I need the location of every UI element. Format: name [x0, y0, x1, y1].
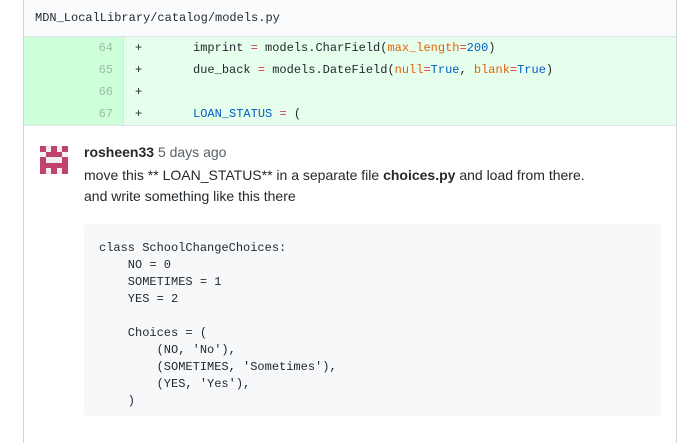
diff-line: 66 +: [24, 81, 676, 103]
code-token: =: [257, 63, 266, 77]
code-snippet: class SchoolChangeChoices: NO = 0 SOMETI…: [84, 224, 661, 416]
comment-body: move this ** LOAN_STATUS** in a separate…: [84, 165, 660, 207]
code-token: (: [286, 107, 302, 121]
comment-meta: rosheen33 5 days ago: [84, 142, 660, 162]
line-number[interactable]: 66: [24, 81, 124, 103]
file-path[interactable]: MDN_LocalLibrary/catalog/models.py: [35, 11, 280, 25]
line-number[interactable]: 67: [24, 103, 124, 125]
code-snippet-text: class SchoolChangeChoices: NO = 0 SOMETI…: [99, 241, 337, 408]
diff-line: 67 + LOAN_STATUS = (: [24, 103, 676, 125]
code-token: True: [430, 63, 460, 77]
code-token: null: [394, 63, 424, 77]
code-token: blank: [473, 63, 510, 77]
line-number[interactable]: 65: [24, 59, 124, 81]
comment-line-1-post: and load from there.: [455, 167, 585, 183]
line-number[interactable]: 64: [24, 37, 124, 59]
line-code: + due_back = models.DateField(null=True,…: [124, 59, 676, 81]
diff-line: 64 + imprint = models.CharField(max_lengt…: [24, 37, 676, 59]
code-token: max_length: [387, 41, 460, 55]
comment-line-1: move this ** LOAN_STATUS** in a separate…: [84, 165, 660, 186]
code-token: =: [423, 63, 431, 77]
avatar[interactable]: [40, 146, 68, 174]
code-token: imprint: [193, 41, 251, 55]
code-token: True: [517, 63, 546, 77]
line-code: +: [124, 81, 676, 103]
code-token: ): [545, 63, 554, 77]
review-comment: rosheen33 5 days ago move this ** LOAN_S…: [24, 126, 676, 416]
code-token: models.DateField(: [265, 63, 395, 77]
code-token: LOAN_STATUS: [193, 107, 273, 121]
comment-line-2: and write something like this there: [84, 188, 296, 204]
code-token: =: [459, 41, 467, 55]
code-token: due_back: [193, 63, 258, 77]
code-token: ): [488, 41, 496, 55]
comment-line-1-pre: move this ** LOAN_STATUS** in a separate…: [84, 167, 384, 183]
diff-table: 64 + imprint = models.CharField(max_lengt…: [24, 37, 676, 126]
code-token: models.CharField(: [257, 41, 388, 55]
comment-author[interactable]: rosheen33: [84, 144, 154, 160]
code-token: =: [279, 107, 287, 121]
code-token: =: [250, 41, 258, 55]
line-code: + imprint = models.CharField(max_length=…: [124, 37, 676, 59]
diff-line: 65 + due_back = models.DateField(null=Tru…: [24, 59, 676, 81]
code-token: ,: [459, 63, 474, 77]
comment-time[interactable]: 5 days ago: [158, 144, 227, 160]
comment-line-1-bold: choices.py: [383, 167, 456, 183]
file-header: MDN_LocalLibrary/catalog/models.py: [24, 0, 676, 37]
diff-file-container: MDN_LocalLibrary/catalog/models.py 64 + i…: [23, 0, 677, 443]
code-token: 200: [466, 41, 489, 55]
line-code: + LOAN_STATUS = (: [124, 103, 676, 125]
